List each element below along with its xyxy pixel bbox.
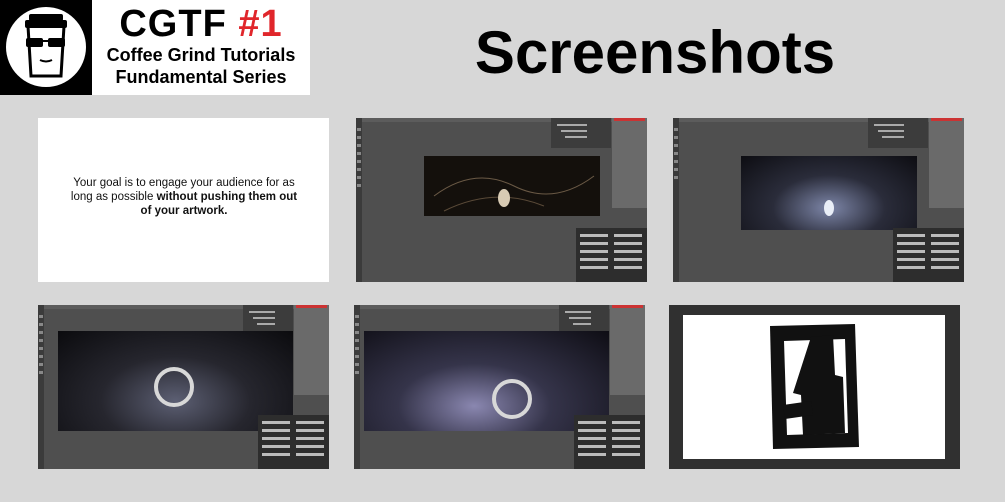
brush-ring — [154, 367, 194, 407]
slide-text: Your goal is to engage your audience for… — [68, 176, 300, 218]
side-panel — [929, 118, 964, 208]
painting-artwork — [824, 200, 834, 216]
brush-ring — [492, 379, 532, 419]
thumbnail-photoshop-sketch[interactable] — [356, 118, 647, 282]
thumbnail-photoshop-painting-ring[interactable] — [38, 305, 329, 469]
layers-panel — [868, 118, 928, 148]
canvas — [741, 156, 917, 230]
sketch-artwork — [433, 175, 595, 212]
thumbnail-silhouette-mask[interactable] — [669, 305, 960, 469]
actions-panel — [258, 415, 329, 469]
side-panel — [612, 118, 647, 208]
toolbar — [356, 118, 362, 282]
actions-panel — [576, 228, 647, 282]
mask-canvas — [683, 315, 945, 459]
brand-block: CGTF #1 Coffee Grind Tutorials Fundament… — [92, 0, 310, 95]
thumbnail-photoshop-painting-ring[interactable] — [354, 305, 645, 469]
layers-panel — [559, 305, 609, 333]
brand-title-number: #1 — [226, 3, 283, 45]
side-panel — [610, 305, 645, 395]
toolbar — [673, 118, 679, 282]
toolbar — [354, 305, 360, 469]
page-title: Screenshots — [474, 19, 836, 86]
actions-panel — [574, 415, 645, 469]
layers-panel — [551, 118, 611, 148]
thumbnail-photoshop-painting[interactable] — [673, 118, 964, 282]
thumbnail-text-slide[interactable]: Your goal is to engage your audience for… — [38, 118, 329, 282]
toolbar — [38, 305, 44, 469]
brand-title: CGTF #1 — [92, 4, 310, 44]
side-panel — [294, 305, 329, 395]
logo — [0, 0, 92, 95]
brand-subtitle-1: Coffee Grind Tutorials — [106, 45, 296, 65]
coffee-cup-with-sunglasses-icon — [6, 7, 86, 87]
silhouette-artwork — [770, 324, 859, 449]
layers-panel — [243, 305, 293, 333]
brand-subtitle-2: Fundamental Series — [115, 67, 287, 87]
actions-panel — [893, 228, 964, 282]
brand-title-main: CGTF — [119, 3, 227, 45]
slide-text-bold: without pushing them out of your artwork… — [140, 191, 298, 217]
canvas — [364, 331, 609, 431]
canvas — [424, 156, 600, 216]
